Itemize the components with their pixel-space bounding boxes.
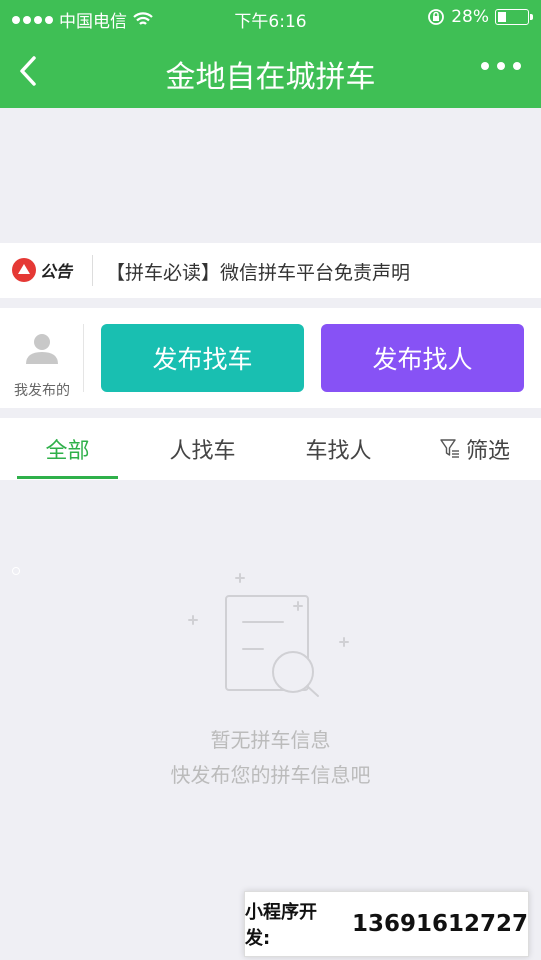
filter-icon xyxy=(440,439,459,458)
tab-filter-label: 筛选 xyxy=(465,439,510,464)
tab-filter[interactable]: 筛选 xyxy=(425,418,525,480)
notice-bar[interactable]: 公告 【拼车必读】微信拼车平台免责声明 xyxy=(0,243,541,298)
contact-label: 小程序开发: xyxy=(245,902,317,949)
announcement-icon xyxy=(12,258,36,282)
divider xyxy=(83,324,84,392)
action-panel: 我发布的 发布找车 发布找人 xyxy=(0,308,541,408)
notice-badge-text: 公告 xyxy=(40,262,73,281)
status-bar: 中国电信 下午6:16 28% xyxy=(0,0,541,575)
post-find-car-button[interactable]: 发布找车 xyxy=(101,324,304,392)
notice-badge: 公告 xyxy=(12,258,72,282)
page-title: 金地自在城拼车 xyxy=(165,60,376,95)
active-tab-indicator xyxy=(17,476,118,479)
empty-document-search-icon xyxy=(188,573,349,697)
more-icon[interactable] xyxy=(481,62,521,70)
my-posts-button[interactable]: 我发布的 xyxy=(10,330,74,400)
notice-text[interactable]: 【拼车必读】微信拼车平台免责声明 xyxy=(106,258,410,285)
tab-all[interactable]: 全部 xyxy=(17,418,118,480)
tab-car-find-people[interactable]: 车找人 xyxy=(288,418,389,480)
my-posts-label: 我发布的 xyxy=(14,383,70,399)
empty-subtitle: 快发布您的拼车信息吧 xyxy=(170,763,371,787)
filter-tabs: 全部 人找车 车找人 筛选 xyxy=(0,418,541,480)
developer-contact-banner: 小程序开发: 13691612727 xyxy=(244,891,529,957)
battery-percent: 28% xyxy=(451,7,489,27)
contact-phone: 13691612727 xyxy=(351,911,528,937)
empty-title: 暂无拼车信息 xyxy=(210,728,331,752)
divider xyxy=(92,255,93,286)
status-right: 28% xyxy=(427,7,533,27)
tab-people-find-car[interactable]: 人找车 xyxy=(152,418,253,480)
orientation-lock-icon xyxy=(428,9,445,25)
nav-bar: 金地自在城拼车 xyxy=(0,34,541,108)
avatar-icon xyxy=(26,334,58,364)
battery-icon xyxy=(495,9,533,25)
post-find-people-button[interactable]: 发布找人 xyxy=(321,324,524,392)
